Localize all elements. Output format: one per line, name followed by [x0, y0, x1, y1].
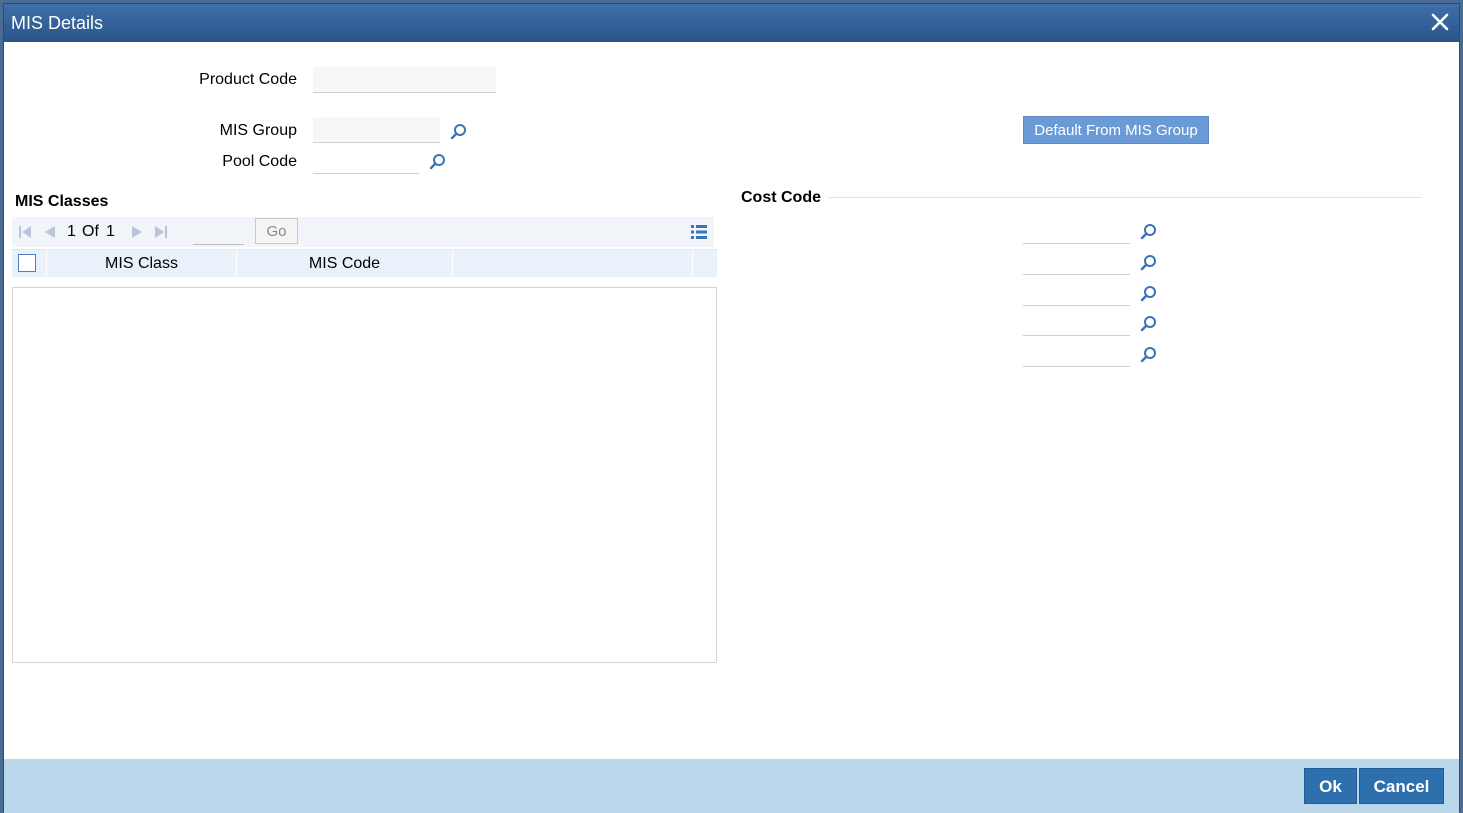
page-number-input[interactable]: [193, 219, 244, 245]
pagination-bar: 1 Of 1 Go: [12, 217, 714, 247]
column-settings-icon[interactable]: [691, 224, 707, 240]
total-pages: 1: [106, 223, 115, 240]
column-header-mis-code[interactable]: MIS Code: [237, 250, 453, 277]
cost-code-1-search-icon[interactable]: [1140, 223, 1158, 241]
mis-classes-title: MIS Classes: [15, 193, 109, 210]
cancel-button[interactable]: Cancel: [1359, 768, 1444, 804]
cost-code-3-search-icon[interactable]: [1140, 285, 1158, 303]
last-page-icon[interactable]: [154, 225, 168, 239]
product-code-label: Product Code: [199, 71, 297, 88]
mis-group-search-icon[interactable]: [450, 123, 468, 141]
title-bar: MIS Details: [4, 4, 1459, 42]
cost-code-divider: [828, 197, 1422, 198]
cost-code-field-3[interactable]: [1023, 280, 1130, 306]
column-header-mis-class[interactable]: MIS Class: [47, 250, 237, 277]
page-of-label: Of: [82, 223, 99, 240]
next-page-icon[interactable]: [130, 225, 144, 239]
pool-code-search-icon[interactable]: [429, 153, 447, 171]
select-all-checkbox[interactable]: [18, 254, 36, 272]
first-page-icon[interactable]: [18, 225, 32, 239]
cost-code-field-5[interactable]: [1023, 341, 1130, 367]
previous-page-icon[interactable]: [43, 225, 57, 239]
cost-code-title: Cost Code: [741, 189, 821, 206]
select-all-cell: [12, 250, 47, 277]
mis-group-label: MIS Group: [219, 122, 297, 139]
cost-code-field-4[interactable]: [1023, 310, 1130, 336]
mis-group-field[interactable]: [313, 117, 440, 143]
go-button[interactable]: Go: [255, 218, 298, 244]
pool-code-label: Pool Code: [222, 153, 297, 170]
default-from-mis-group-button[interactable]: Default From MIS Group: [1023, 116, 1209, 144]
pool-code-field[interactable]: [313, 148, 419, 174]
mis-details-window: MIS Details Product Code MIS Group Defau…: [3, 3, 1460, 813]
product-code-field[interactable]: [313, 67, 496, 93]
close-icon[interactable]: [1429, 11, 1451, 33]
window-title: MIS Details: [11, 13, 104, 33]
cost-code-field-1[interactable]: [1023, 218, 1130, 244]
cost-code-field-2[interactable]: [1023, 249, 1130, 275]
mis-classes-grid-body: [12, 287, 717, 663]
current-page: 1: [67, 223, 76, 240]
cost-code-4-search-icon[interactable]: [1140, 315, 1158, 333]
cost-code-5-search-icon[interactable]: [1140, 346, 1158, 364]
cost-code-2-search-icon[interactable]: [1140, 254, 1158, 272]
column-header-empty: [453, 250, 693, 277]
ok-button[interactable]: Ok: [1304, 768, 1357, 804]
dialog-footer: Ok Cancel: [4, 759, 1459, 813]
mis-classes-grid-header: MIS Class MIS Code: [12, 249, 717, 277]
